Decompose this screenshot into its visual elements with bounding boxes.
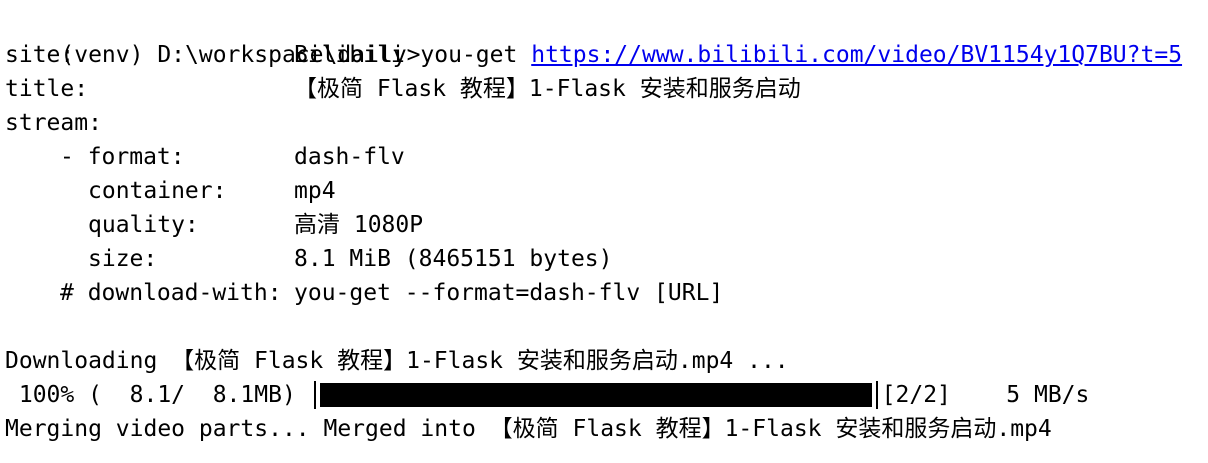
video-url-link[interactable]: https://www.bilibili.com/video/BV1154y1Q… bbox=[531, 42, 1182, 68]
command-line: (venv) D:\workspace\daily>you-get https:… bbox=[5, 4, 1208, 68]
site-value: Bilibili bbox=[294, 42, 405, 68]
merge-line: Merging video parts... Merged into 【极简 F… bbox=[5, 416, 1052, 442]
format-value: dash-flv bbox=[294, 144, 405, 170]
progress-parts: [2/2] bbox=[881, 382, 951, 408]
format-key: - format: bbox=[60, 144, 185, 170]
quality-value: 高清 1080P bbox=[294, 212, 424, 238]
download-with-row: # download-with: you-get --format=dash-fl… bbox=[5, 276, 1208, 310]
quality-key: quality: bbox=[88, 212, 199, 238]
terminal-window[interactable]: (venv) D:\workspace\daily>you-get https:… bbox=[0, 0, 1208, 463]
title-value: 【极简 Flask 教程】1-Flask 安装和服务启动 bbox=[294, 76, 801, 102]
format-row: - format: dash-flv bbox=[5, 140, 1208, 174]
title-row: title: 【极简 Flask 教程】1-Flask 安装和服务启动 bbox=[5, 72, 1208, 106]
site-key: site: bbox=[5, 42, 75, 68]
progress-bar-track bbox=[319, 383, 872, 407]
progress-bar-left-edge bbox=[313, 381, 316, 409]
download-speed: 5 MB/s bbox=[950, 382, 1090, 408]
size-row: size: 8.1 MiB (8465151 bytes) bbox=[5, 242, 1208, 276]
stream-row: stream: bbox=[5, 106, 1208, 140]
quality-row: quality: 高清 1080P bbox=[5, 208, 1208, 242]
progress-bar bbox=[310, 378, 882, 412]
download-with-value: you-get --format=dash-flv [URL] bbox=[294, 280, 724, 306]
progress-bar-fill bbox=[319, 383, 872, 407]
container-row: container: mp4 bbox=[5, 174, 1208, 208]
downloading-line: Downloading 【极简 Flask 教程】1-Flask 安装和服务启动… bbox=[5, 348, 789, 374]
size-value: 8.1 MiB (8465151 bytes) bbox=[294, 246, 613, 272]
command-name: you-get bbox=[420, 42, 518, 68]
progress-bar-right-edge bbox=[875, 381, 878, 409]
progress-line: 100% ( 8.1/ 8.1MB) [2/2] 5 MB/s bbox=[5, 378, 1208, 412]
size-key: size: bbox=[88, 246, 158, 272]
title-key: title: bbox=[5, 76, 89, 102]
container-value: mp4 bbox=[294, 178, 336, 204]
container-key: container: bbox=[88, 178, 227, 204]
stream-key: stream: bbox=[5, 110, 102, 136]
download-with-key: # download-with: bbox=[60, 280, 282, 306]
progress-percent: 100% ( 8.1/ 8.1MB) bbox=[5, 382, 296, 408]
